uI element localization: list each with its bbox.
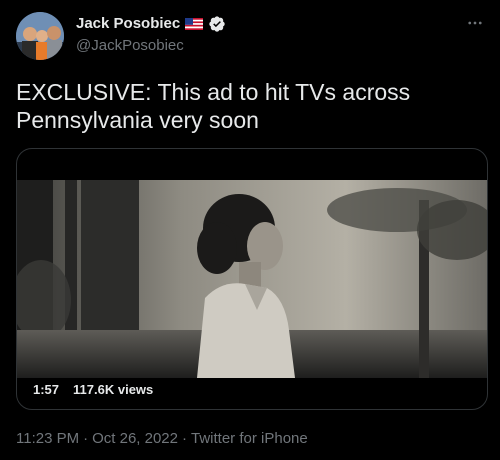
avatar-image [16,12,64,60]
video-thumbnail [17,180,487,378]
author-display-name[interactable]: Jack Posobiec [76,15,180,33]
more-dots-icon [468,21,482,25]
meta-separator: · [83,430,89,447]
tweet-meta: 11:23 PM · Oct 26, 2022 · Twitter for iP… [16,430,308,447]
tweet-date[interactable]: Oct 26, 2022 [92,430,178,447]
author-name-row[interactable]: Jack Posobiec [76,15,226,33]
us-flag-icon [185,18,204,30]
tweet-text: EXCLUSIVE: This ad to hit TVs across Pen… [16,79,411,133]
video-player[interactable] [17,180,487,378]
video-card[interactable]: 1:57 117.6K views [16,148,488,410]
author-handle[interactable]: @JackPosobiec [76,37,184,55]
tweet-card[interactable]: Jack Posobiec @JackPosobiec EXCLUSIVE: T… [0,0,500,460]
tweet-time[interactable]: 11:23 PM [16,430,79,447]
video-meta: 1:57 117.6K views [33,382,153,397]
video-views: 117.6K views [73,382,154,397]
meta-separator: · [182,430,187,447]
author-avatar[interactable] [16,12,64,60]
video-duration: 1:57 [33,382,60,397]
verified-badge-icon [208,15,226,33]
more-options-button[interactable] [464,12,486,34]
tweet-source[interactable]: Twitter for iPhone [191,430,308,447]
